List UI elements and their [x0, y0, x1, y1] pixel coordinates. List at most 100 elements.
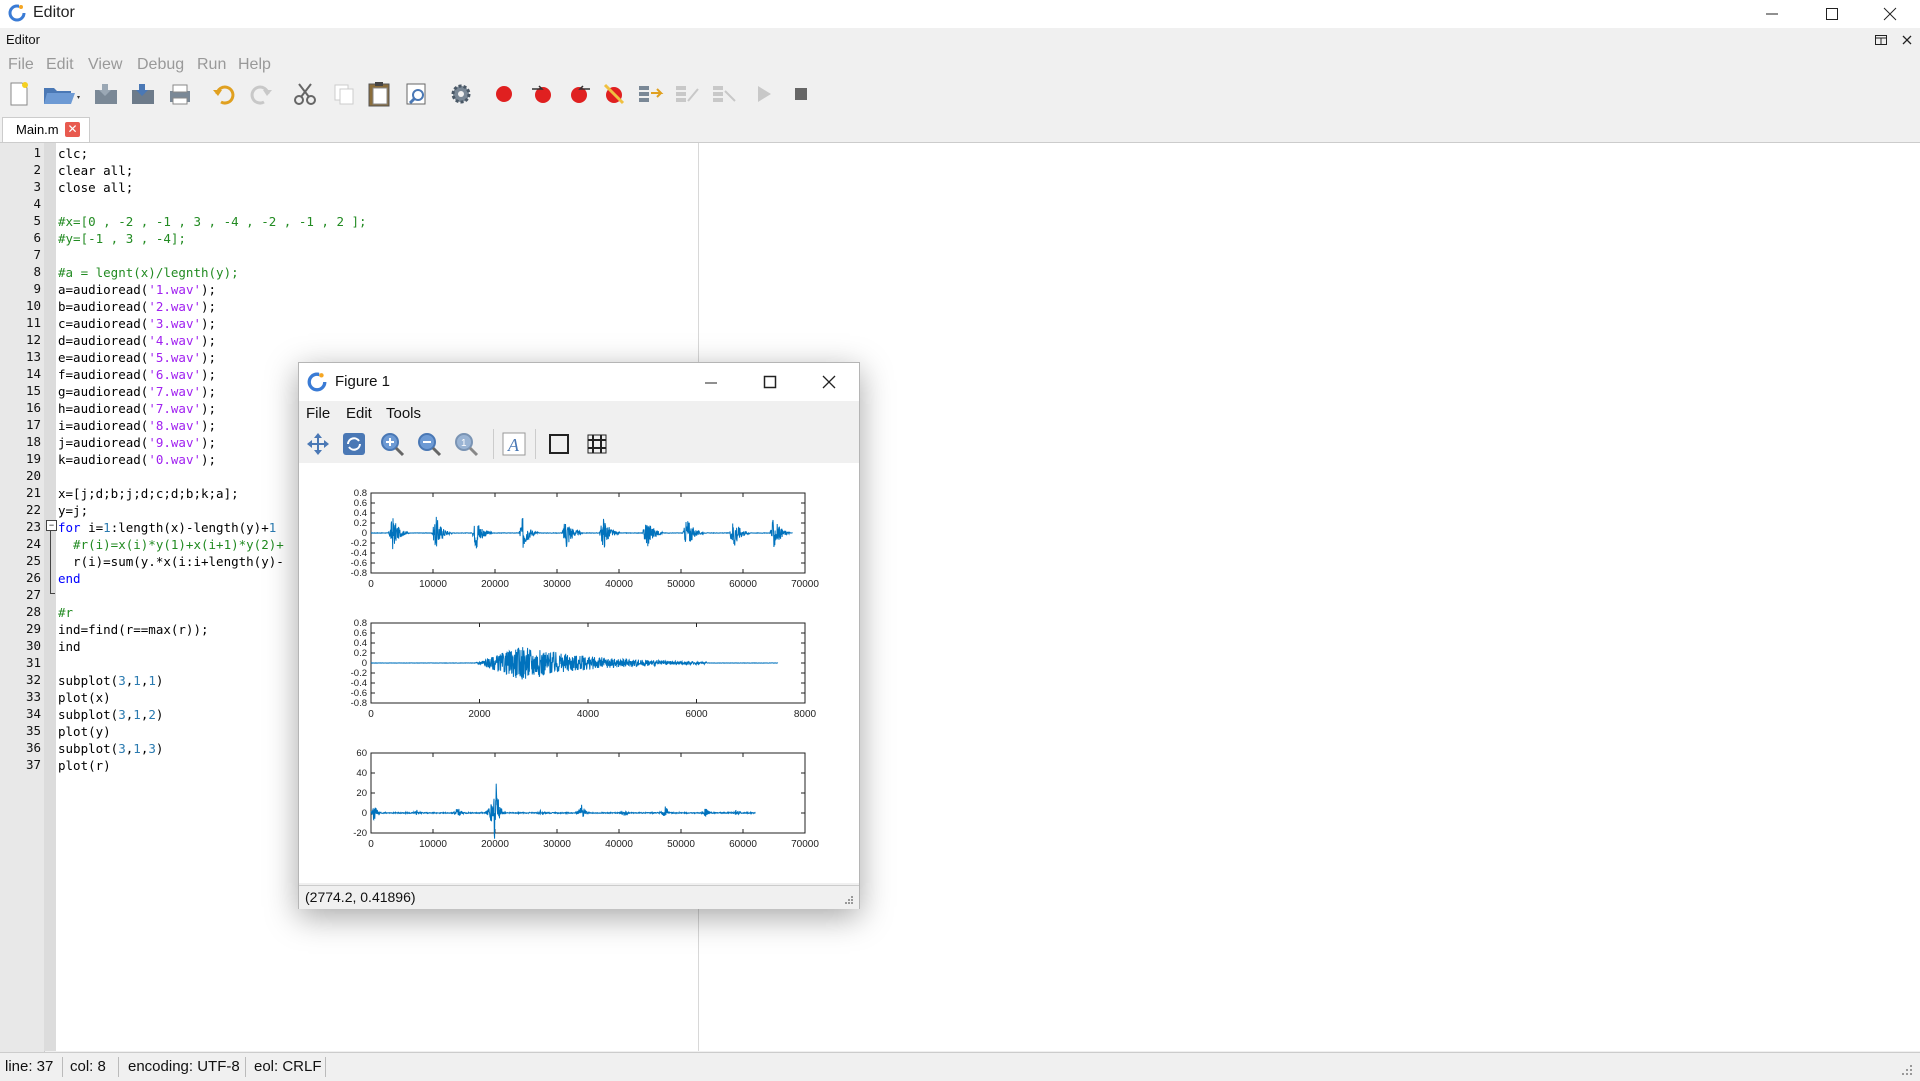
plot-canvas[interactable]: 0 10000 20000 30000 40000 50000 60000 70000 0.8 0… [299, 463, 859, 883]
minimize-icon [1766, 13, 1778, 15]
zoom-out-icon[interactable] [416, 431, 442, 457]
fold-collapse-icon[interactable]: − [46, 520, 57, 531]
code-token: g=audioread( [58, 384, 149, 399]
save-button[interactable] [91, 80, 121, 108]
close-panel-icon[interactable] [1900, 33, 1914, 47]
close-window-button[interactable] [1861, 0, 1919, 28]
copy-button[interactable] [329, 80, 359, 108]
code-line: close all; [58, 179, 1918, 196]
tab-main-m[interactable]: Main.m ✕ [2, 117, 90, 142]
close-tab-icon[interactable]: ✕ [65, 122, 80, 137]
new-file-button[interactable] [4, 80, 34, 108]
x-tick-label: 40000 [605, 839, 633, 850]
code-token: ); [201, 384, 217, 399]
code-token: '9.wav' [148, 435, 201, 450]
step-button[interactable] [636, 80, 666, 108]
pan-icon[interactable] [305, 431, 331, 457]
code-token: '2.wav' [148, 299, 201, 314]
figure-menu-edit[interactable]: Edit [346, 405, 372, 422]
zoom-reset-icon[interactable]: 1 [453, 431, 479, 457]
preferences-button[interactable] [446, 80, 476, 108]
resize-grip-icon[interactable] [1900, 1063, 1914, 1077]
menu-file[interactable]: File [8, 56, 34, 74]
code-line: a=audioread('1.wav'); [58, 281, 1918, 298]
code-token: end [58, 571, 81, 586]
code-line: clc; [58, 145, 1918, 162]
quit-debug-button[interactable] [786, 80, 816, 108]
y-tick-label: 40 [356, 768, 367, 779]
line-number-gutter: 1 2 3 4 5 6 7 8 9 10 11 12 13 14 15 16 17 18 19 20 21 22 23 24 2… [0, 143, 45, 1053]
x-tick-label: 60000 [729, 839, 757, 850]
code-token: close all; [58, 180, 134, 195]
line-number: 25 [25, 553, 41, 568]
paste-button[interactable] [364, 80, 394, 108]
find-icon [406, 83, 426, 105]
code-token: ); [201, 435, 217, 450]
breakpoint-icon [496, 86, 512, 102]
rotate-icon[interactable] [341, 431, 367, 457]
code-line: #a = legnt(x)/legnth(y); [58, 264, 1918, 281]
line-number: 10 [25, 298, 41, 313]
x-tick-label: 50000 [667, 579, 695, 590]
tab-label: Main.m [16, 122, 59, 137]
line-number: 29 [25, 621, 41, 636]
menu-run[interactable]: Run [197, 56, 226, 74]
x-tick-label: 0 [368, 839, 374, 850]
undo-icon [213, 85, 235, 105]
menu-help[interactable]: Help [238, 56, 271, 74]
step-out-button[interactable] [710, 80, 740, 108]
code-token: 3 [118, 673, 126, 688]
code-editor[interactable]: 1 2 3 4 5 6 7 8 9 10 11 12 13 14 15 16 17 18 19 20 21 22 23 24 2… [0, 142, 1920, 1053]
insert-text-icon[interactable]: A [501, 431, 527, 457]
undock-icon[interactable] [1874, 33, 1888, 47]
copy-icon [334, 84, 354, 105]
figure-status-bar: (2774.2, 0.41896) [299, 885, 859, 909]
remove-breakpoints-button[interactable] [599, 80, 629, 108]
grid-icon[interactable] [586, 433, 608, 455]
axes-box-icon[interactable] [548, 433, 570, 455]
code-token: #r [58, 605, 74, 620]
y-tick-label: 0 [362, 808, 367, 819]
figure-window[interactable]: Figure 1 File Edit Tools 1 A 0 10000 20000… [298, 362, 860, 909]
open-file-button[interactable] [40, 80, 84, 108]
find-replace-button[interactable] [402, 80, 432, 108]
next-breakpoint-button[interactable] [528, 80, 558, 108]
toolbar-separator [535, 429, 536, 459]
redo-button[interactable] [246, 80, 276, 108]
paste-icon [368, 82, 390, 107]
status-encoding: encoding: UTF-8 [128, 1058, 240, 1075]
status-separator [62, 1057, 63, 1077]
code-token: k=audioread( [58, 452, 149, 467]
previous-breakpoint-button[interactable] [564, 80, 594, 108]
undo-button[interactable] [209, 80, 239, 108]
code-token: ) [155, 707, 164, 722]
maximize-button[interactable] [1803, 0, 1861, 28]
save-as-button[interactable] [128, 80, 158, 108]
code-token: ) [155, 741, 164, 756]
step-in-button[interactable] [673, 80, 703, 108]
continue-button[interactable] [749, 80, 779, 108]
line-number: 23 [25, 519, 41, 534]
code-token: a=audioread( [58, 282, 149, 297]
figure-menu-tools[interactable]: Tools [386, 405, 421, 422]
close-icon[interactable] [822, 375, 836, 389]
resize-grip-icon[interactable] [843, 894, 855, 906]
code-line: d=audioread('4.wav'); [58, 332, 1918, 349]
line-number: 33 [25, 689, 41, 704]
menu-edit[interactable]: Edit [46, 56, 74, 74]
cut-button[interactable] [290, 80, 320, 108]
x-tick-label: 10000 [419, 839, 447, 850]
maximize-icon[interactable] [763, 375, 777, 389]
plots-svg[interactable]: 0 10000 20000 30000 40000 50000 60000 700000.80… [299, 463, 859, 883]
menu-debug[interactable]: Debug [137, 56, 184, 74]
minimize-icon[interactable] [704, 376, 718, 390]
figure-menu-file[interactable]: File [306, 405, 330, 422]
print-button[interactable] [165, 80, 195, 108]
menu-view[interactable]: View [88, 56, 122, 74]
zoom-in-icon[interactable] [379, 431, 405, 457]
toggle-breakpoint-button[interactable] [489, 80, 519, 108]
minimize-button[interactable] [1743, 0, 1801, 28]
code-token: x=[j;d;b;j;d;c;d;b;k;a]; [58, 486, 239, 501]
line-number: 15 [25, 383, 41, 398]
step-icon [639, 86, 664, 102]
